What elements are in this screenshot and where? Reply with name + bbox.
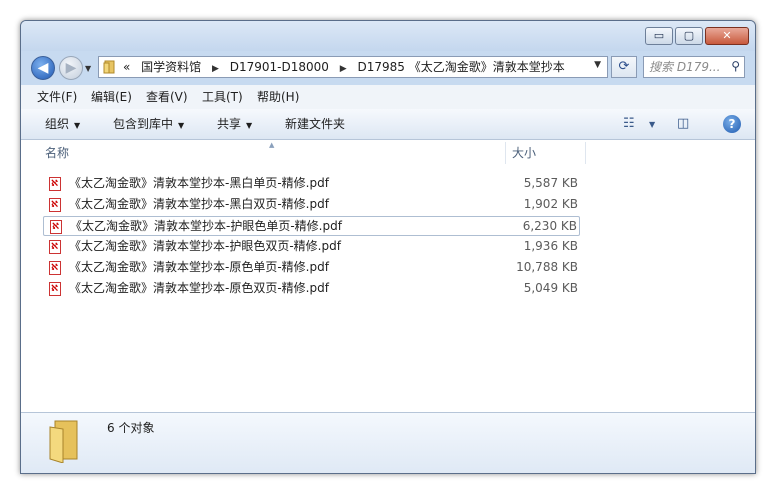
- title-bar: ▭ ▢ ✕: [21, 21, 755, 51]
- breadcrumb-separator-icon[interactable]: ▶: [212, 64, 219, 74]
- minimize-icon: ▭: [653, 29, 665, 42]
- file-name: 《太乙淘金歌》清敦本堂抄本-黑白单页-精修.pdf: [69, 176, 329, 190]
- back-button[interactable]: ◀: [31, 56, 55, 80]
- file-row[interactable]: ℵ 《太乙淘金歌》清敦本堂抄本-黑白单页-精修.pdf 5,587 KB: [43, 174, 580, 194]
- menu-edit[interactable]: 编辑(E): [91, 85, 132, 109]
- organize-label: 组织: [45, 117, 70, 131]
- file-name: 《太乙淘金歌》清敦本堂抄本-护眼色双页-精修.pdf: [69, 239, 341, 253]
- organize-button[interactable]: 组织 ▼: [45, 109, 80, 141]
- breadcrumb-overflow-button[interactable]: «: [123, 60, 130, 74]
- pdf-file-icon: ℵ: [49, 261, 61, 275]
- file-name: 《太乙淘金歌》清敦本堂抄本-黑白双页-精修.pdf: [69, 197, 329, 211]
- breadcrumb-item[interactable]: D17985 《太乙淘金歌》清敦本堂抄本: [358, 60, 565, 74]
- caption-buttons: ▭ ▢ ✕: [643, 27, 749, 45]
- menu-view[interactable]: 查看(V): [146, 85, 188, 109]
- search-box[interactable]: 搜索 D179... ⚲: [643, 56, 745, 78]
- file-size: 5,049 KB: [523, 281, 578, 295]
- menu-bar: 文件(F) 编辑(E) 查看(V) 工具(T) 帮助(H): [21, 85, 755, 109]
- share-label: 共享: [217, 117, 242, 131]
- file-list: ▲ 名称 大小 ℵ 《太乙淘金歌》清敦本堂抄本-黑白单页-精修.pdf 5,58…: [21, 140, 755, 412]
- column-header-size[interactable]: 大小: [512, 140, 536, 166]
- preview-pane-icon[interactable]: ◫: [677, 116, 689, 131]
- back-arrow-icon: ◀: [37, 60, 49, 76]
- file-size: 10,788 KB: [516, 260, 578, 274]
- file-row[interactable]: ℵ 《太乙淘金歌》清敦本堂抄本-黑白双页-精修.pdf 1,902 KB: [43, 195, 580, 215]
- navigation-bar: ◀ ▶ ▼ « 国学资料馆 ▶ D17901-D18000 ▶ D17985 《…: [21, 51, 755, 85]
- menu-help[interactable]: 帮助(H): [257, 85, 299, 109]
- column-header-bar: ▲ 名称 大小: [21, 140, 755, 166]
- refresh-icon: ⟳: [618, 59, 630, 74]
- folder-icon: [103, 60, 115, 74]
- close-icon: ✕: [722, 29, 732, 42]
- file-row-focused[interactable]: ℵ 《太乙淘金歌》清敦本堂抄本-护眼色单页-精修.pdf 6,230 KB: [43, 216, 580, 236]
- view-options-dropdown-icon[interactable]: ▼: [649, 120, 655, 129]
- share-button[interactable]: 共享 ▼: [217, 109, 252, 141]
- file-name: 《太乙淘金歌》清敦本堂抄本-原色双页-精修.pdf: [69, 281, 329, 295]
- pdf-file-icon: ℵ: [49, 240, 61, 254]
- file-size: 1,902 KB: [523, 197, 578, 211]
- recent-pages-dropdown-icon[interactable]: ▼: [85, 64, 91, 73]
- new-folder-button[interactable]: 新建文件夹: [285, 109, 345, 139]
- pdf-file-icon: ℵ: [50, 220, 62, 234]
- refresh-button[interactable]: ⟳: [611, 56, 637, 78]
- file-row[interactable]: ℵ 《太乙淘金歌》清敦本堂抄本-原色单页-精修.pdf 10,788 KB: [43, 258, 580, 278]
- include-in-library-label: 包含到库中: [113, 117, 174, 131]
- breadcrumb-item[interactable]: D17901-D18000: [230, 60, 329, 74]
- column-header-name[interactable]: 名称: [45, 140, 69, 166]
- change-view-icon[interactable]: ☷: [623, 116, 635, 131]
- file-size: 5,587 KB: [523, 176, 578, 190]
- sort-ascending-icon: ▲: [269, 141, 275, 149]
- chevron-down-icon: ▼: [74, 121, 81, 130]
- breadcrumb-separator-icon[interactable]: ▶: [340, 64, 347, 74]
- chevron-down-icon: ▼: [178, 121, 185, 130]
- address-bar[interactable]: « 国学资料馆 ▶ D17901-D18000 ▶ D17985 《太乙淘金歌》…: [98, 56, 608, 78]
- column-divider[interactable]: [585, 142, 586, 164]
- maximize-icon: ▢: [683, 29, 695, 42]
- menu-tools[interactable]: 工具(T): [202, 85, 243, 109]
- help-icon[interactable]: ?: [723, 115, 741, 133]
- details-pane: 6 个对象: [21, 412, 755, 473]
- file-name: 《太乙淘金歌》清敦本堂抄本-护眼色单页-精修.pdf: [70, 219, 342, 233]
- forward-arrow-icon: ▶: [65, 60, 77, 76]
- file-name: 《太乙淘金歌》清敦本堂抄本-原色单页-精修.pdf: [69, 260, 329, 274]
- address-dropdown-icon[interactable]: ▼: [594, 60, 601, 70]
- file-size: 1,936 KB: [523, 239, 578, 253]
- chevron-down-icon: ▼: [246, 121, 253, 130]
- file-row[interactable]: ℵ 《太乙淘金歌》清敦本堂抄本-护眼色双页-精修.pdf 1,936 KB: [43, 237, 580, 257]
- column-divider[interactable]: [505, 142, 506, 164]
- item-count: 6 个对象: [107, 421, 155, 435]
- maximize-button[interactable]: ▢: [675, 27, 703, 45]
- include-in-library-button[interactable]: 包含到库中 ▼: [113, 109, 184, 141]
- folder-icon: [49, 420, 78, 463]
- pdf-file-icon: ℵ: [49, 198, 61, 212]
- pdf-file-icon: ℵ: [49, 282, 61, 296]
- minimize-button[interactable]: ▭: [645, 27, 673, 45]
- forward-button[interactable]: ▶: [59, 56, 83, 80]
- command-bar: 组织 ▼ 包含到库中 ▼ 共享 ▼ 新建文件夹 ☷ ▼ ◫ ?: [21, 109, 755, 140]
- explorer-window: ▭ ▢ ✕ ◀ ▶ ▼ « 国学资料馆 ▶ D17901-D18000 ▶ D1…: [20, 20, 756, 474]
- breadcrumb-item[interactable]: 国学资料馆: [141, 60, 201, 74]
- menu-file[interactable]: 文件(F): [37, 85, 77, 109]
- search-icon[interactable]: ⚲: [731, 59, 740, 73]
- pdf-file-icon: ℵ: [49, 177, 61, 191]
- close-button[interactable]: ✕: [705, 27, 749, 45]
- file-size: 6,230 KB: [522, 219, 577, 233]
- file-row[interactable]: ℵ 《太乙淘金歌》清敦本堂抄本-原色双页-精修.pdf 5,049 KB: [43, 279, 580, 299]
- search-placeholder: 搜索 D179...: [649, 60, 721, 74]
